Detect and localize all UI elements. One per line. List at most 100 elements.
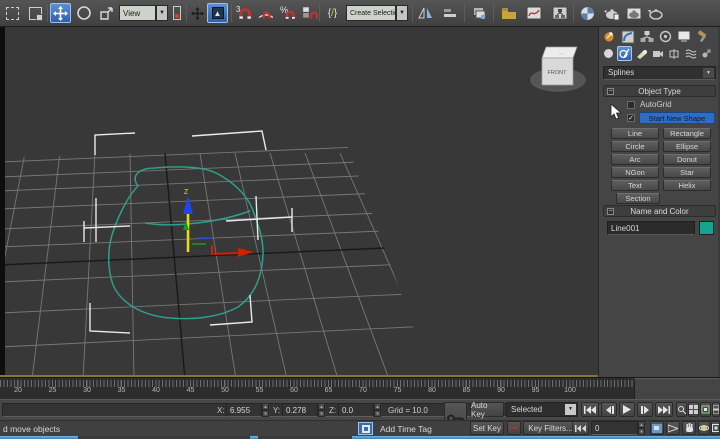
curve-editor-icon[interactable] — [523, 3, 544, 23]
perspective-viewport[interactable]: Z FRONT --- — [0, 27, 598, 377]
subtab-cameras[interactable] — [650, 46, 665, 61]
window-crossing-icon[interactable] — [25, 3, 46, 23]
rendered-frame-icon[interactable] — [623, 3, 644, 23]
chevron-down-icon[interactable]: ▼ — [703, 68, 714, 78]
timeline-tick-label: 90 — [497, 387, 505, 394]
zoom-extents-all-icon[interactable] — [712, 402, 720, 417]
frame-spinner[interactable]: ▲▼ — [638, 421, 645, 435]
z-coord-spinner[interactable]: ▲▼ — [374, 403, 381, 417]
next-frame-button[interactable] — [637, 402, 653, 417]
render-production-icon[interactable] — [645, 3, 666, 23]
pan-icon[interactable] — [682, 421, 696, 435]
subtab-shapes[interactable] — [617, 46, 632, 61]
reference-coordinate-arrow[interactable]: ▼ — [156, 5, 168, 21]
object-type-button-text[interactable]: Text — [611, 180, 659, 191]
object-type-button-donut[interactable]: Donut — [663, 154, 711, 165]
track-bar[interactable]: 20253035404550556065707580859095100 — [0, 377, 720, 399]
object-type-button-line[interactable]: Line — [611, 128, 659, 139]
fov-icon[interactable] — [666, 421, 680, 435]
subtab-geometry[interactable] — [601, 46, 616, 61]
z-coord-field[interactable]: 0.0 — [338, 403, 374, 417]
maximize-viewport-icon[interactable] — [711, 421, 720, 435]
collapse-icon[interactable]: − — [607, 88, 614, 95]
tab-hierarchy[interactable] — [638, 29, 655, 44]
x-coord-field[interactable]: 6.955 — [226, 403, 262, 417]
schematic-view-icon[interactable] — [549, 3, 570, 23]
timeline-tick-label: 75 — [394, 387, 402, 394]
spinner-snap-icon[interactable] — [299, 3, 320, 23]
snap-3d-icon[interactable]: 3 — [233, 3, 254, 23]
toolbar-separator — [319, 4, 320, 22]
select-manipulate-icon[interactable] — [188, 3, 206, 23]
subtab-systems[interactable] — [699, 46, 714, 61]
tab-display[interactable] — [675, 29, 692, 44]
percent-snap-icon[interactable]: % — [277, 3, 298, 23]
viewcube[interactable]: FRONT --- — [531, 47, 585, 91]
key-filter-curve-icon[interactable] — [507, 421, 521, 435]
set-key-button[interactable]: Set Key — [470, 421, 504, 435]
mirror-icon[interactable] — [415, 3, 436, 23]
align-icon[interactable] — [439, 3, 460, 23]
object-type-rollout-header[interactable]: −Object Type — [603, 85, 716, 97]
select-scale-button[interactable] — [96, 3, 117, 23]
select-rotate-button[interactable] — [73, 3, 94, 23]
use-pivot-center-icon[interactable] — [170, 3, 184, 23]
x-coord-spinner[interactable]: ▲▼ — [262, 403, 269, 417]
object-type-button-helix[interactable]: Helix — [663, 180, 711, 191]
object-type-button-ellipse[interactable]: Ellipse — [663, 141, 711, 152]
layer-manager-icon[interactable] — [469, 3, 490, 23]
play-button[interactable] — [619, 402, 635, 417]
object-type-button-rectangle[interactable]: Rectangle — [663, 128, 711, 139]
y-coord-field[interactable]: 0.278 — [282, 403, 318, 417]
object-type-button-circle[interactable]: Circle — [611, 141, 659, 152]
start-new-shape-checkbox[interactable]: ✓ — [627, 114, 635, 122]
render-setup-icon[interactable] — [601, 3, 622, 23]
zoom-extents-icon[interactable] — [700, 402, 711, 417]
keyboard-override-toggle[interactable]: ▲ — [207, 3, 228, 23]
previous-frame-button[interactable] — [601, 402, 617, 417]
chevron-down-icon[interactable]: ▼ — [565, 404, 576, 415]
tab-modify[interactable] — [619, 29, 636, 44]
go-to-start-button[interactable] — [581, 402, 599, 417]
object-type-button-ngon[interactable]: NGon — [611, 167, 659, 178]
zoom-all-icon[interactable] — [688, 402, 699, 417]
object-type-button-star[interactable]: Star — [663, 167, 711, 178]
tab-motion[interactable] — [657, 29, 674, 44]
subtab-space-warps[interactable] — [683, 46, 698, 61]
scene-folder-icon[interactable] — [498, 3, 519, 23]
name-color-rollout-header[interactable]: −Name and Color — [603, 205, 716, 217]
timeline-tick-label: 35 — [118, 387, 126, 394]
y-coord-spinner[interactable]: ▲▼ — [318, 403, 325, 417]
material-editor-icon[interactable] — [577, 3, 598, 23]
named-selection-set-field[interactable]: Create Selection Se — [346, 5, 396, 21]
select-move-button[interactable] — [50, 3, 71, 23]
go-to-end-button[interactable] — [655, 402, 673, 417]
shape-category-dropdown[interactable]: Splines ▼ — [603, 66, 716, 80]
collapse-icon[interactable]: − — [607, 208, 614, 215]
key-filters-button[interactable]: Key Filters... — [523, 421, 578, 435]
add-time-tag[interactable]: Add Time Tag — [380, 424, 432, 434]
zoom-icon[interactable] — [676, 402, 687, 417]
selection-set-dropdown[interactable]: Selected ▼ — [506, 402, 578, 417]
notification-icon[interactable] — [358, 422, 373, 435]
subtab-lights[interactable] — [634, 46, 649, 61]
subtab-helpers[interactable] — [667, 46, 682, 61]
autogrid-checkbox[interactable] — [627, 101, 635, 109]
current-frame-field[interactable]: 0 — [591, 421, 638, 435]
auto-key-button[interactable]: Auto Key — [470, 402, 504, 417]
object-type-button-arc[interactable]: Arc — [611, 154, 659, 165]
rectangular-selection-region-icon[interactable] — [2, 3, 23, 23]
object-name-field[interactable]: Line001 — [607, 221, 695, 235]
named-selection-set-arrow[interactable]: ▼ — [396, 5, 408, 21]
zoom-region-icon[interactable] — [650, 421, 664, 435]
angle-snap-icon[interactable] — [255, 3, 276, 23]
tab-create[interactable] — [601, 29, 618, 44]
key-mode-toggle[interactable] — [572, 421, 589, 435]
reference-coordinate-dropdown[interactable]: View — [119, 5, 156, 21]
object-color-swatch[interactable] — [699, 221, 714, 235]
object-type-button-section[interactable]: Section — [616, 193, 660, 204]
orbit-icon[interactable] — [698, 421, 710, 435]
edit-named-sets-icon[interactable]: {/} — [322, 3, 343, 23]
tab-utilities[interactable] — [694, 29, 711, 44]
start-new-shape-button[interactable]: Start New Shape — [639, 112, 715, 124]
